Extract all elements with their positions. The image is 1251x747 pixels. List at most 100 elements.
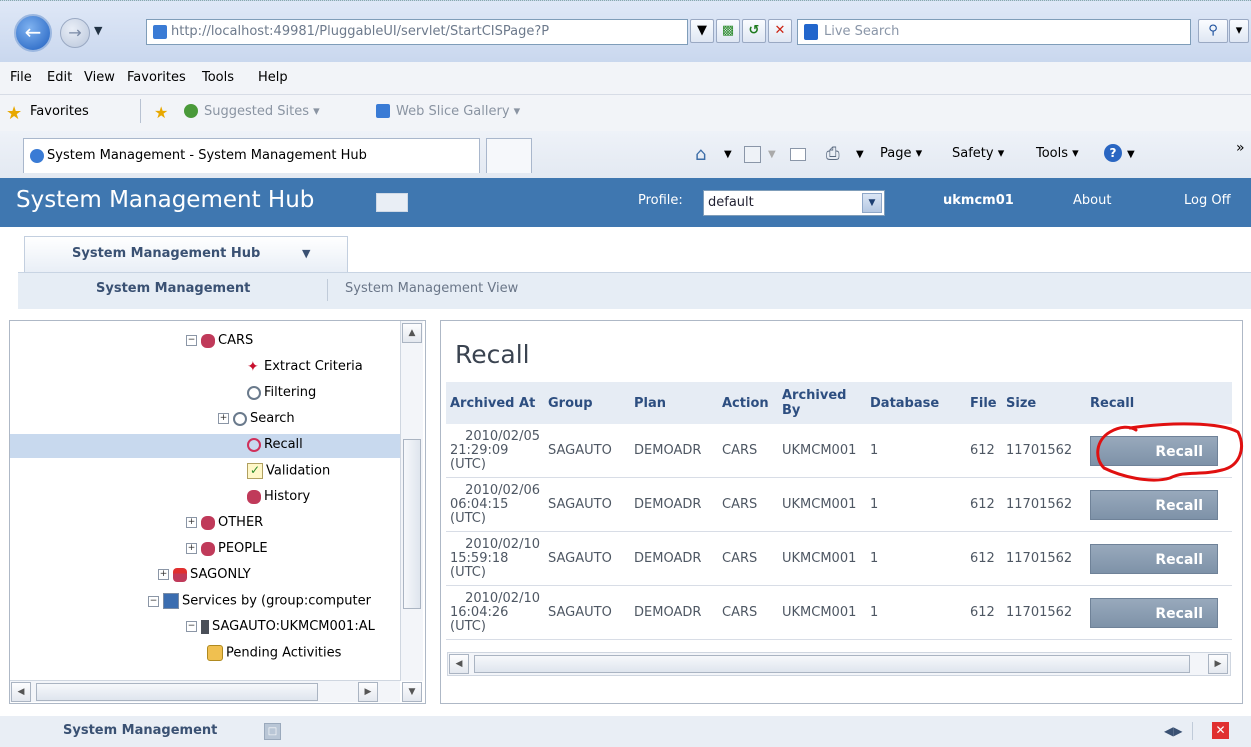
menu-tools[interactable]: Tools <box>202 70 234 85</box>
help-dropdown-icon[interactable]: ▼ <box>1127 149 1135 160</box>
table-horizontal-scrollbar[interactable]: ◀ ▶ <box>447 652 1231 676</box>
safety-menu[interactable]: Safety ▾ <box>952 146 1004 161</box>
recall-button[interactable]: Recall <box>1090 543 1218 574</box>
print-icon[interactable]: ⎙ <box>826 144 840 164</box>
tree-item-people[interactable]: + PEOPLE <box>186 541 268 556</box>
layout-grid-icon[interactable] <box>376 193 408 212</box>
tree-item-history[interactable]: History <box>247 489 310 504</box>
cell-file: 612 <box>966 531 1002 586</box>
tree-item-recall[interactable]: Recall <box>247 437 303 452</box>
history-icon <box>247 489 261 504</box>
mail-icon[interactable] <box>790 148 806 161</box>
subnav-system-management[interactable]: System Management <box>96 281 250 296</box>
url-dropdown-button[interactable]: ▼ <box>690 19 714 43</box>
tree-horizontal-scrollbar[interactable]: ◀ ▶ <box>10 680 400 702</box>
add-favorite-icon[interactable]: ★ <box>154 103 168 122</box>
refresh-icon[interactable]: ↺ <box>742 19 766 43</box>
browser-tab-active[interactable]: System Management - System Management Hu… <box>23 138 480 173</box>
chevron-down-icon[interactable]: ▼ <box>302 247 310 260</box>
navigate-arrows-icon[interactable]: ◀▶ <box>1164 724 1182 738</box>
tree-item-cars[interactable]: − CARS <box>186 333 253 348</box>
archived-date: 2010/02/10 <box>465 590 540 606</box>
feeds-dropdown-icon[interactable]: ▼ <box>768 149 776 160</box>
new-tab-button[interactable] <box>486 138 532 173</box>
expand-icon[interactable]: + <box>186 543 197 554</box>
tools-menu[interactable]: Tools ▾ <box>1036 146 1079 161</box>
logoff-link[interactable]: Log Off <box>1184 193 1231 208</box>
subnav-system-management-view[interactable]: System Management View <box>345 281 518 296</box>
cell-archived-at: 2010/02/10 16:04:26 (UTC) <box>446 585 544 640</box>
help-icon[interactable]: ? <box>1104 144 1122 162</box>
suggested-sites-link[interactable]: Suggested Sites ▾ <box>204 104 320 119</box>
page-menu[interactable]: Page ▾ <box>880 146 922 161</box>
url-input[interactable]: http://localhost:49981/PluggableUI/servl… <box>146 19 688 45</box>
print-dropdown-icon[interactable]: ▼ <box>856 149 864 160</box>
tree-item-sagauto-host[interactable]: − SAGAUTO:UKMCM001:AL <box>186 619 375 634</box>
scroll-down-icon[interactable]: ▼ <box>402 682 422 702</box>
pin-icon: ✦ <box>247 358 259 375</box>
tree-item-other[interactable]: + OTHER <box>186 515 263 530</box>
home-icon[interactable]: ⌂ <box>695 144 706 165</box>
menu-favorites[interactable]: Favorites <box>127 70 186 85</box>
cell-action: CARS <box>718 424 778 478</box>
tree-label: OTHER <box>218 515 264 530</box>
recall-button[interactable]: Recall <box>1090 489 1218 520</box>
tree-item-search[interactable]: + Search <box>218 411 295 426</box>
menu-view[interactable]: View <box>84 70 115 85</box>
search-input[interactable]: Live Search <box>797 19 1191 45</box>
chevron-down-icon[interactable]: ▼ <box>862 193 882 213</box>
menu-help[interactable]: Help <box>258 70 288 85</box>
search-icon <box>233 411 247 426</box>
search-icon[interactable]: ⚲ <box>1198 19 1228 43</box>
command-more-button[interactable]: » <box>1236 140 1245 156</box>
close-icon[interactable]: ✕ <box>1212 722 1229 739</box>
scroll-thumb[interactable] <box>403 439 421 609</box>
scroll-left-icon[interactable]: ◀ <box>449 654 469 674</box>
back-button[interactable]: ← <box>14 14 52 52</box>
forward-button[interactable]: → <box>60 18 90 48</box>
col-file: File <box>966 382 1002 424</box>
tab-system-management-hub[interactable]: System Management Hub ▼ <box>24 236 348 273</box>
expand-icon[interactable]: + <box>158 569 169 580</box>
history-dropdown-icon[interactable]: ▼ <box>94 24 102 37</box>
scroll-thumb[interactable] <box>36 683 318 701</box>
computer-icon <box>163 593 179 609</box>
favorites-button[interactable]: Favorites <box>30 104 89 119</box>
expand-icon[interactable]: + <box>186 517 197 528</box>
menu-edit[interactable]: Edit <box>47 70 72 85</box>
col-archived-at: Archived At <box>446 382 544 424</box>
home-dropdown-icon[interactable]: ▼ <box>724 149 732 160</box>
tree-item-services[interactable]: − Services by (group:computer <box>148 593 371 609</box>
tree-item-pending-activities[interactable]: Pending Activities <box>207 645 341 661</box>
scroll-right-icon[interactable]: ▶ <box>1208 654 1228 674</box>
tree-item-extract-criteria[interactable]: ✦ Extract Criteria <box>247 359 363 374</box>
stop-icon[interactable]: ✕ <box>768 19 792 43</box>
search-options-icon[interactable]: ▾ <box>1229 19 1249 43</box>
tree-vertical-scrollbar[interactable]: ▲ <box>400 321 423 681</box>
recall-button[interactable]: Recall <box>1090 597 1218 628</box>
collapse-icon[interactable]: − <box>148 595 159 607</box>
scroll-thumb[interactable] <box>474 655 1190 673</box>
tree-item-filtering[interactable]: Filtering <box>247 385 316 400</box>
scroll-up-icon[interactable]: ▲ <box>402 323 422 343</box>
expand-icon[interactable]: + <box>218 413 229 424</box>
about-link[interactable]: About <box>1073 193 1111 208</box>
tree-item-sagonly[interactable]: + SAGONLY <box>158 567 251 582</box>
tree-label: Validation <box>266 463 331 479</box>
web-slice-link[interactable]: Web Slice Gallery ▾ <box>396 104 520 119</box>
tree-label: CARS <box>218 333 254 348</box>
subnav-divider <box>327 279 328 301</box>
collapse-icon[interactable]: − <box>186 335 197 346</box>
compatibility-icon[interactable]: ▩ <box>716 19 740 43</box>
feeds-icon[interactable] <box>744 146 761 163</box>
collapse-icon[interactable]: − <box>186 621 197 632</box>
minimize-icon[interactable]: □ <box>264 723 281 740</box>
scroll-left-icon[interactable]: ◀ <box>11 682 31 702</box>
scroll-right-icon[interactable]: ▶ <box>358 682 378 702</box>
profile-select[interactable]: default ▼ <box>703 190 885 216</box>
menu-file[interactable]: File <box>10 70 32 85</box>
cell-group: SAGAUTO <box>544 585 630 640</box>
tree-label: Recall <box>264 437 303 452</box>
footer-divider <box>1192 722 1193 740</box>
tree-item-validation[interactable]: ✓ Validation <box>247 463 330 479</box>
